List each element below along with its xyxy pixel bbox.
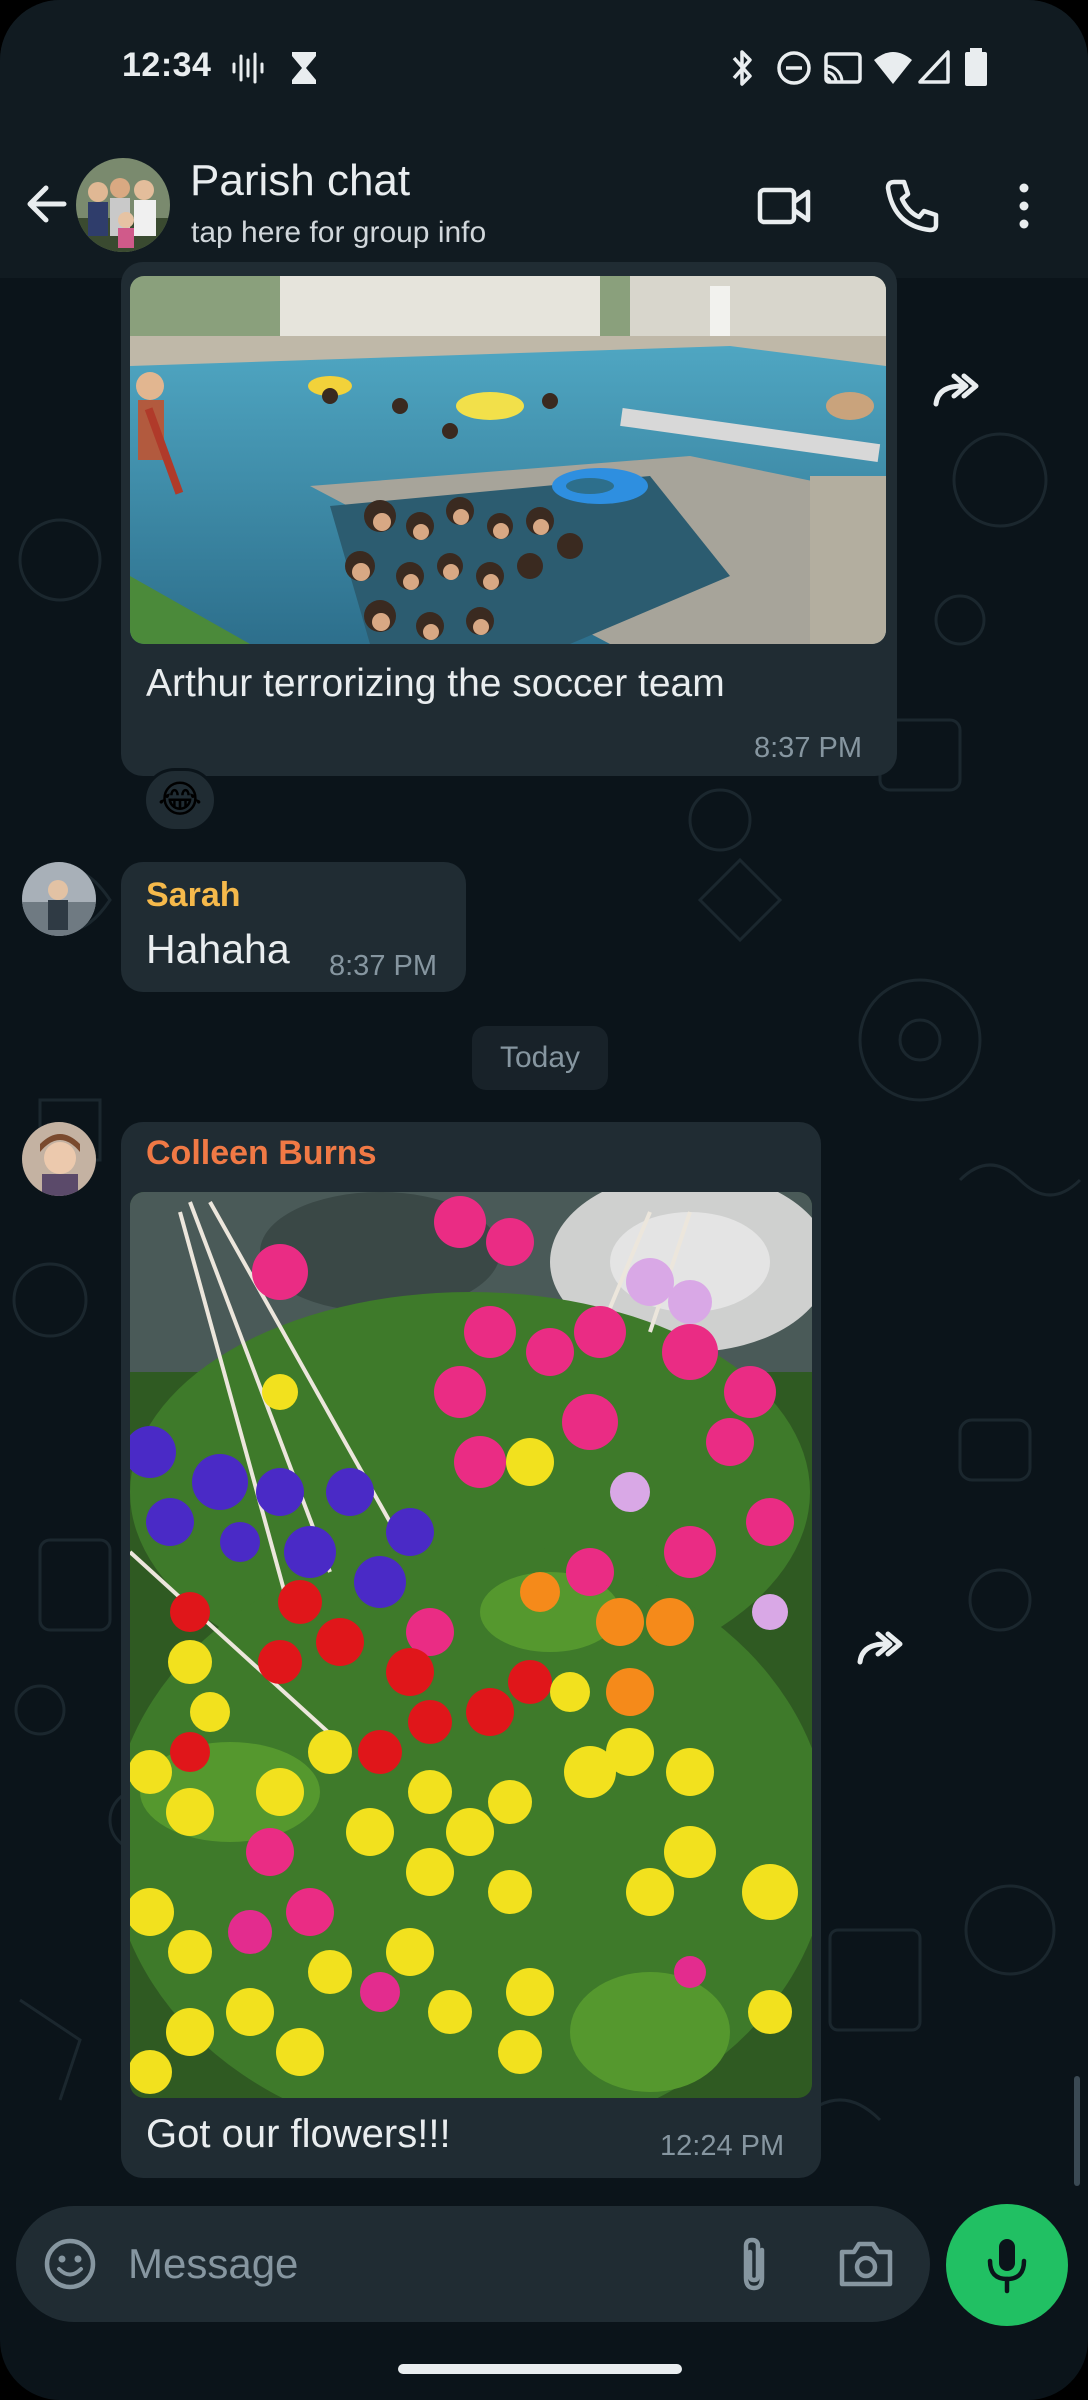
chat-header[interactable]: Parish chat tap here for group info (0, 136, 1088, 278)
emoji-icon[interactable] (42, 2236, 98, 2292)
camera-icon[interactable] (836, 2236, 896, 2292)
message-bubble-text[interactable]: Sarah Hahaha 8:37 PM (121, 862, 466, 992)
avatar-colleen-burns[interactable] (22, 1122, 96, 1196)
back-arrow-icon[interactable] (20, 176, 76, 232)
attach-icon[interactable] (726, 2234, 782, 2294)
status-time: 12:34 (122, 46, 212, 84)
group-avatar[interactable] (76, 158, 170, 252)
video-call-icon[interactable] (752, 174, 816, 238)
battery-icon (965, 48, 987, 86)
message-composer[interactable] (16, 2206, 930, 2322)
message-time: 8:37 PM (329, 950, 437, 982)
message-input[interactable] (128, 2234, 688, 2294)
message-caption: Got our flowers!!! (146, 2112, 451, 2156)
message-time: 12:24 PM (660, 2130, 785, 2162)
home-indicator[interactable] (398, 2364, 682, 2374)
photo-pool[interactable] (130, 276, 886, 644)
message-text: Hahaha (146, 926, 290, 972)
forward-icon[interactable] (928, 360, 992, 424)
message-bubble-image[interactable]: Colleen Burns Got our flowers!!! 12:24 P… (121, 1122, 821, 2178)
forward-icon[interactable] (852, 1618, 916, 1682)
date-divider: Today (472, 1026, 608, 1090)
avatar-sarah[interactable] (22, 862, 96, 936)
hourglass-icon (292, 52, 316, 84)
message-time: 8:37 PM (754, 732, 862, 764)
microphone-button[interactable] (946, 2204, 1068, 2326)
message-bubble-image[interactable]: Arthur terrorizing the soccer team 8:37 … (121, 262, 897, 776)
chat-subtitle[interactable]: tap here for group info (191, 216, 486, 250)
microphone-icon[interactable] (979, 2235, 1035, 2295)
voice-waveform-icon (232, 52, 264, 84)
signal-icon (918, 50, 950, 84)
message-caption: Arthur terrorizing the soccer team (146, 662, 725, 705)
bluetooth-icon (732, 50, 752, 86)
reaction-emoji[interactable]: 😂 (143, 768, 217, 832)
do-not-disturb-icon (777, 51, 811, 85)
sender-name[interactable]: Sarah (146, 876, 241, 915)
chat-title[interactable]: Parish chat (190, 156, 410, 206)
sender-name[interactable]: Colleen Burns (146, 1134, 376, 1173)
photo-flowers[interactable] (130, 1192, 812, 2098)
status-bar: 12:34 (0, 0, 1088, 136)
cast-icon (824, 52, 862, 84)
phone-screen: 12:34 Parish chat tap here for group inf… (0, 0, 1088, 2400)
voice-call-icon[interactable] (880, 174, 944, 238)
wifi-icon (874, 52, 912, 84)
more-options-icon[interactable] (992, 174, 1056, 238)
scrollbar-thumb[interactable] (1074, 2076, 1080, 2186)
